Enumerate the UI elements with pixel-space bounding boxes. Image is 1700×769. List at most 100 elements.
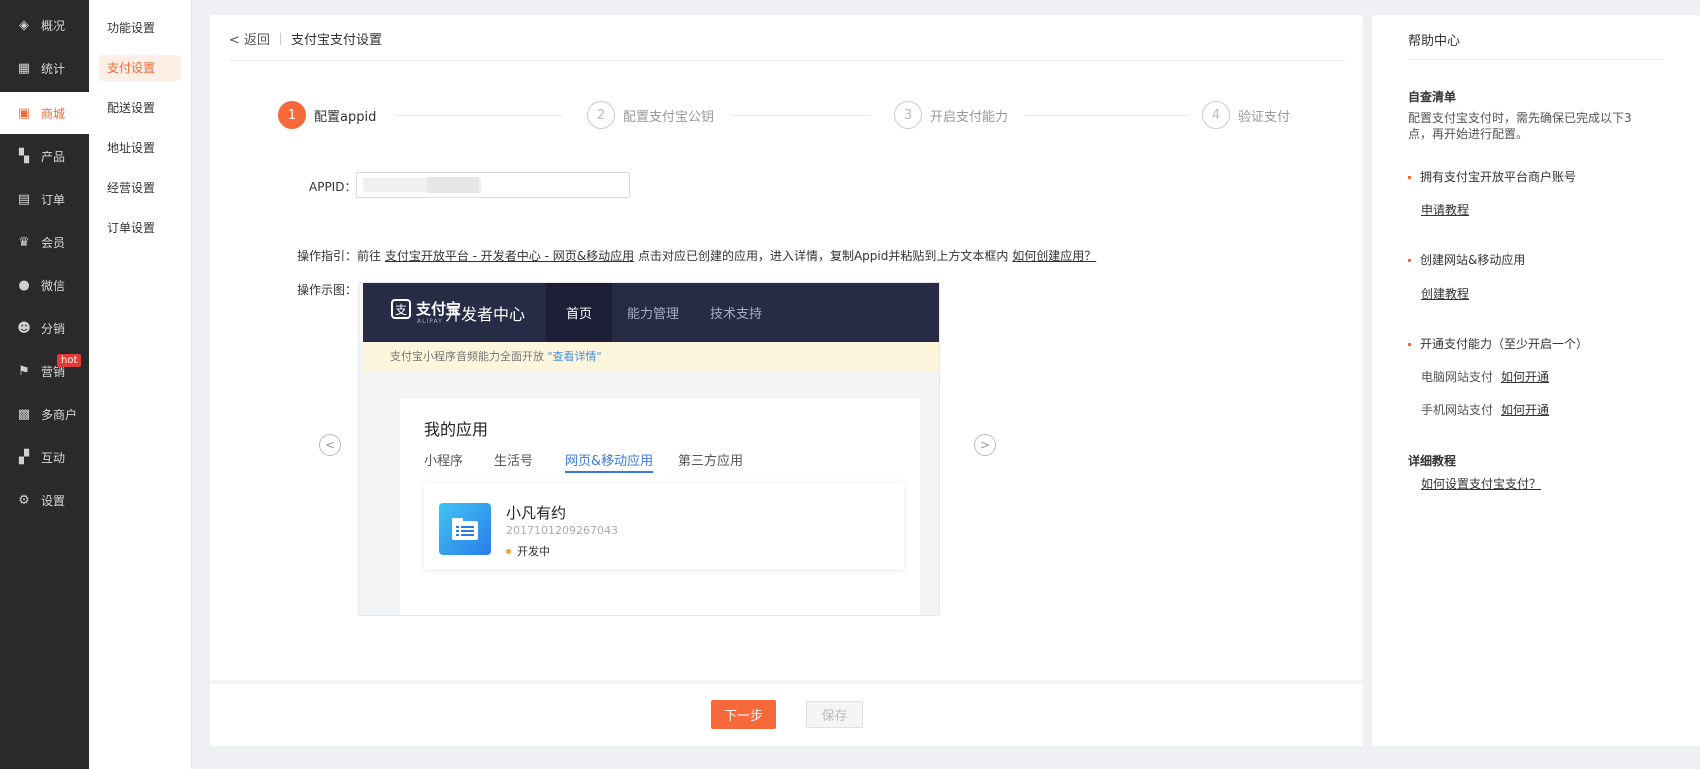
check-item-enable-payment: 开通支付能力（至少开启一个）	[1408, 335, 1588, 352]
subnav-business-settings[interactable]: 经营设置	[99, 175, 181, 201]
demo-notice-link: "查看详情"	[547, 350, 602, 363]
step-1: 1 配置appid	[278, 101, 376, 129]
step-4: 4 验证支付	[1202, 101, 1290, 129]
next-slide-button[interactable]: >	[974, 434, 996, 456]
nav-item-label: 互动	[41, 451, 66, 465]
demo-tab-miniapp: 小程序	[424, 454, 464, 469]
hot-badge: hot	[57, 354, 82, 367]
detail-tutorial-title: 详细教程	[1408, 454, 1457, 468]
flag-icon: ⚑	[18, 364, 30, 379]
step-connector	[1025, 115, 1187, 116]
demo-menu-home: 首页	[546, 283, 612, 342]
nav-item-orders[interactable]: ▤ 订单	[0, 178, 89, 221]
nav-item-wechat[interactable]: ● 微信	[0, 264, 89, 307]
nav-item-settings[interactable]: ⚙ 设置	[0, 479, 89, 522]
nav-item-overview[interactable]: ◈ 概况	[0, 4, 89, 47]
step-label: 开启支付能力	[930, 109, 1009, 125]
demo-notice: 支付宝小程序音频能力全面开放 "查看详情"	[363, 342, 939, 372]
demo-notice-text: 支付宝小程序音频能力全面开放	[390, 350, 544, 363]
demo-dev-center: 开发者中心	[445, 305, 526, 324]
demo-app-panel: 我的应用 小程序 生活号 网页&移动应用 第三方应用 小凡有约 20171012…	[400, 399, 920, 615]
how-to-create-app-link[interactable]: 如何创建应用？	[1012, 249, 1096, 263]
grid-icon: ▚	[19, 149, 29, 164]
help-center-panel: 帮助中心 自查清单 配置支付宝支付时，需先确保已完成以下3点，再开始进行配置。 …	[1372, 15, 1700, 746]
demo-app-status-text: 开发中	[517, 545, 550, 558]
nav-item-distribution[interactable]: ☻ 分销	[0, 307, 89, 350]
demo-label: 操作示图：	[297, 283, 358, 297]
step-2: 2 配置支付宝公钥	[587, 101, 714, 129]
breadcrumb-divider	[280, 32, 282, 45]
create-tutorial-link[interactable]: 创建教程	[1421, 285, 1469, 302]
step-number: 4	[1202, 101, 1230, 129]
appid-input[interactable]	[356, 172, 630, 198]
nav-item-stats[interactable]: ▦ 统计	[0, 47, 89, 90]
back-link[interactable]: < 返回	[229, 29, 270, 48]
nav-item-label: 订单	[41, 193, 66, 207]
check-item-create-app: 创建网站&移动应用	[1408, 251, 1525, 268]
wechat-icon: ●	[18, 278, 30, 293]
page-title: 支付宝支付设置	[291, 33, 383, 48]
save-button[interactable]: 保存	[806, 701, 863, 728]
subnav-order-settings[interactable]: 订单设置	[99, 215, 181, 241]
appid-label: APPID：	[309, 180, 357, 194]
subnav-payment-settings[interactable]: 支付设置	[99, 55, 181, 81]
crown-icon: ♛	[18, 235, 30, 250]
help-title: 帮助中心	[1408, 34, 1461, 49]
check-item-merchant-account: 拥有支付宝开放平台商户账号	[1408, 168, 1576, 185]
operation-guide: 操作指引：前往 支付宝开放平台 - 开发者中心 - 网页&移动应用 点击对应已创…	[297, 247, 1096, 264]
step-3: 3 开启支付能力	[894, 101, 1008, 129]
nav-item-multi-merchant[interactable]: ▩ 多商户	[0, 393, 89, 436]
help-divider	[1408, 59, 1664, 60]
demo-panel-title: 我的应用	[424, 420, 489, 439]
checklist-title: 自查清单	[1408, 90, 1457, 104]
subnav-address-settings[interactable]: 地址设置	[99, 135, 181, 161]
mobile-pay-how-link[interactable]: 如何开通	[1501, 401, 1549, 418]
demo-menu-tech: 技术支持	[710, 307, 763, 322]
nav-item-label: 概况	[41, 19, 66, 33]
demo-screenshot: 支 支付宝 ALIPAY 开发者中心 首页 能力管理 技术支持 支付宝小程序音频…	[358, 282, 940, 616]
nav-item-products[interactable]: ▚ 产品	[0, 135, 89, 178]
subnav-delivery-settings[interactable]: 配送设置	[99, 95, 181, 121]
step-connector	[732, 115, 870, 116]
masked-value	[427, 177, 479, 193]
gear-icon: ⚙	[18, 493, 30, 508]
breadcrumb: < 返回 支付宝支付设置	[229, 29, 382, 48]
user-share-icon: ☻	[17, 321, 31, 336]
step-label: 验证支付	[1238, 109, 1291, 125]
alipay-setup-tutorial-link[interactable]: 如何设置支付宝支付？	[1421, 475, 1541, 492]
alipay-logo-icon: 支	[391, 299, 411, 319]
nav-item-label: 产品	[41, 150, 66, 164]
step-label: 配置appid	[314, 109, 377, 125]
demo-app-status: 开发中	[506, 543, 550, 559]
nav-item-label: 商城	[41, 106, 66, 121]
step-number: 3	[894, 101, 922, 129]
demo-tab-web-mobile: 网页&移动应用	[565, 450, 654, 473]
nav-item-label: 会员	[41, 236, 66, 250]
prev-slide-button[interactable]: <	[319, 434, 341, 456]
shop-icon: ▣	[17, 105, 31, 121]
nav-item-members[interactable]: ♛ 会员	[0, 221, 89, 264]
status-dot-icon	[506, 548, 511, 554]
chevron-right-icon: >	[979, 438, 991, 452]
nav-item-label: 多商户	[41, 408, 78, 422]
pc-pay-how-link[interactable]: 如何开通	[1501, 368, 1549, 385]
header-divider	[229, 60, 1345, 61]
demo-app-id: 2017101209267043	[506, 524, 618, 537]
alipay-open-platform-link[interactable]: 支付宝开放平台 - 开发者中心 - 网页&移动应用	[385, 249, 634, 263]
next-step-button[interactable]: 下一步	[711, 700, 776, 729]
demo-tab-life: 生活号	[494, 454, 534, 469]
apply-tutorial-link[interactable]: 申请教程	[1421, 201, 1469, 218]
nav-item-marketing[interactable]: ⚑ 营销 hot	[0, 350, 89, 393]
order-icon: ▤	[17, 192, 31, 207]
nav-item-mall[interactable]: ▣ 商城	[0, 92, 89, 134]
mobile-web-pay-label: 手机网站支付	[1421, 403, 1494, 417]
chart-icon: ▦	[17, 61, 31, 76]
step-number: 1	[278, 101, 306, 129]
subnav-function-settings[interactable]: 功能设置	[99, 15, 181, 41]
primary-sidebar: ◈ 概况 ▦ 统计 ▣ 商城 ▚ 产品 ▤ 订单 ♛ 会员 ● 微信 ☻ 分销 …	[0, 0, 89, 769]
chevron-left-icon: <	[324, 438, 336, 452]
guide-prefix: 操作指引：前往	[297, 249, 382, 263]
demo-app-card: 小凡有约 2017101209267043 开发中	[424, 483, 904, 569]
nav-item-interaction[interactable]: ▞ 互动	[0, 436, 89, 479]
store-icon: ▩	[17, 407, 31, 422]
